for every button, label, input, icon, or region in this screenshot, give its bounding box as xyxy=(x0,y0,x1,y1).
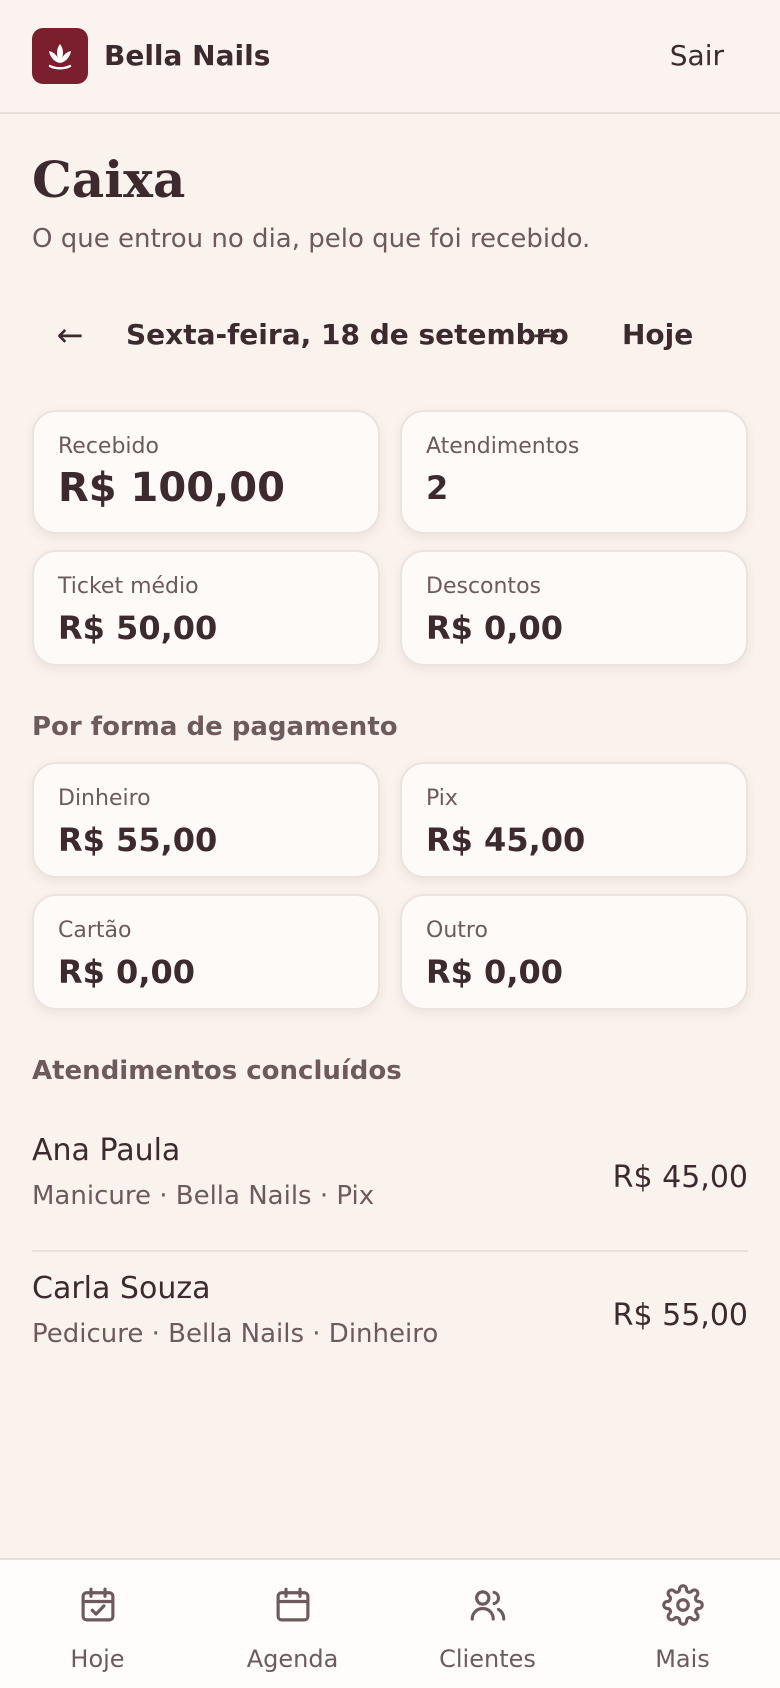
card-value: R$ 45,00 xyxy=(426,821,586,859)
nav-label: Clientes xyxy=(439,1645,536,1673)
card-label: Recebido xyxy=(58,434,159,459)
top-bar: Bella Nails Sair xyxy=(0,0,780,114)
nav-label: Hoje xyxy=(70,1645,125,1673)
card-label: Pix xyxy=(426,786,458,811)
logout-button[interactable]: Sair xyxy=(670,38,724,74)
page-title: Caixa xyxy=(32,150,186,209)
card-value: R$ 0,00 xyxy=(426,609,563,647)
card-value: R$ 100,00 xyxy=(58,465,285,511)
nav-item-mais[interactable]: Mais xyxy=(585,1560,780,1688)
page-subtitle: O que entrou no dia, pelo que foi recebi… xyxy=(32,224,591,254)
card-label: Atendimentos xyxy=(426,434,580,459)
completed-appointments-heading: Atendimentos concluídos xyxy=(32,1056,402,1086)
date-navigator: ← Sexta-feira, 18 de setembro → Hoje xyxy=(32,310,748,360)
today-button[interactable]: Hoje xyxy=(622,318,693,352)
calendar-check-icon xyxy=(81,1587,114,1622)
bottom-navigation: Hoje Agenda Clientes Mais xyxy=(0,1558,780,1688)
app-screen: Bella Nails Sair Caixa O que entrou no d… xyxy=(0,0,780,1688)
users-icon xyxy=(470,1590,505,1621)
card-label: Cartão xyxy=(58,918,132,943)
nav-item-hoje[interactable]: Hoje xyxy=(0,1560,195,1688)
card-label: Outro xyxy=(426,918,488,943)
card-label: Dinheiro xyxy=(58,786,151,811)
payment-card-other: Outro R$ 0,00 xyxy=(400,894,748,1010)
appointment-amount: R$ 55,00 xyxy=(612,1298,748,1333)
selected-date: Sexta-feira, 18 de setembro xyxy=(126,318,569,351)
card-value: R$ 0,00 xyxy=(58,953,195,991)
card-value: R$ 0,00 xyxy=(426,953,563,991)
payment-card-cash: Dinheiro R$ 55,00 xyxy=(32,762,380,878)
appointment-details: Pedicure · Bella Nails · Dinheiro xyxy=(32,1319,439,1349)
client-name: Carla Souza xyxy=(32,1271,211,1306)
payment-card-card: Cartão R$ 0,00 xyxy=(32,894,380,1010)
average-ticket-card: Ticket médio R$ 50,00 xyxy=(32,550,380,666)
appointment-amount: R$ 45,00 xyxy=(612,1160,748,1195)
payment-card-pix: Pix R$ 45,00 xyxy=(400,762,748,878)
payment-methods-heading: Por forma de pagamento xyxy=(32,712,398,742)
nav-label: Mais xyxy=(655,1645,710,1673)
appointments-count-card: Atendimentos 2 xyxy=(400,410,748,534)
brand-name: Bella Nails xyxy=(104,39,271,72)
arrow-left-icon[interactable]: ← xyxy=(42,310,98,360)
gear-icon xyxy=(661,1584,704,1626)
card-value: R$ 55,00 xyxy=(58,821,218,859)
card-label: Ticket médio xyxy=(58,574,199,599)
appointment-row[interactable]: Carla Souza Pedicure · Bella Nails · Din… xyxy=(32,1252,748,1390)
nav-label: Agenda xyxy=(246,1645,339,1673)
card-value: 2 xyxy=(426,469,449,507)
appointment-details: Manicure · Bella Nails · Pix xyxy=(32,1181,375,1211)
nav-item-clientes[interactable]: Clientes xyxy=(390,1560,585,1688)
discounts-card: Descontos R$ 0,00 xyxy=(400,550,748,666)
nav-item-agenda[interactable]: Agenda xyxy=(195,1560,390,1688)
arrow-right-icon[interactable]: → xyxy=(518,310,574,360)
received-card: Recebido R$ 100,00 xyxy=(32,410,380,534)
card-value: R$ 50,00 xyxy=(58,609,218,647)
card-label: Descontos xyxy=(426,574,541,599)
calendar-icon xyxy=(276,1587,309,1622)
lotus-icon xyxy=(32,28,88,84)
client-name: Ana Paula xyxy=(32,1133,181,1168)
appointment-row[interactable]: Ana Paula Manicure · Bella Nails · Pix R… xyxy=(32,1114,748,1252)
